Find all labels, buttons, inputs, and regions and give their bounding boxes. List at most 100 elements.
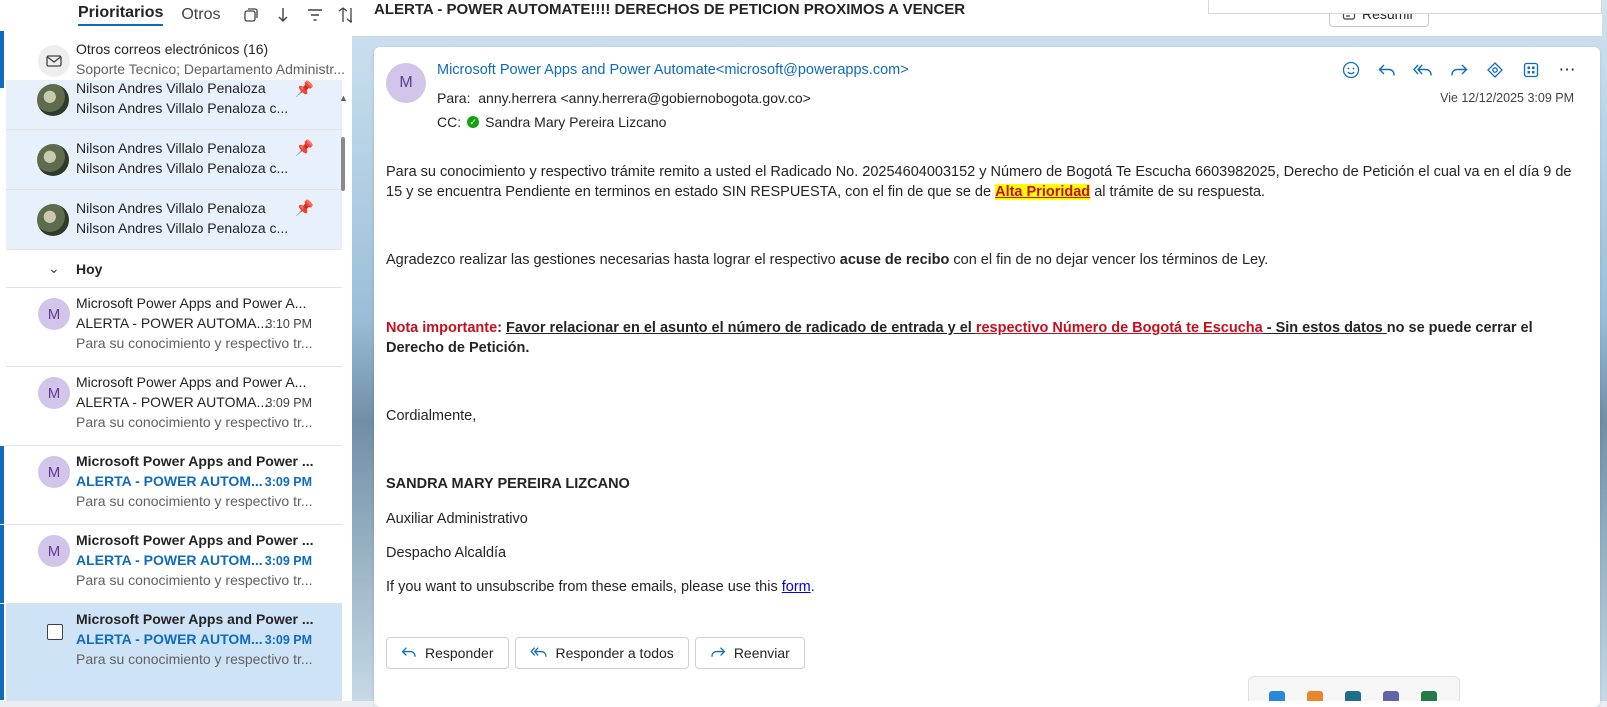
avatar: M (38, 377, 70, 409)
message-date: Vie 12/12/2025 3:09 PM (1440, 91, 1574, 105)
search-suggestion-panel (1208, 0, 1602, 14)
copilot-app-icon[interactable] (1269, 691, 1285, 701)
note-label: Nota importante (386, 320, 498, 336)
signature-office: Despacho Alcaldía (386, 545, 507, 561)
scroll-up-arrow[interactable]: ▲ (339, 93, 348, 103)
closing: Cordialmente, (386, 408, 477, 424)
list-item[interactable]: M Microsoft Power Apps and Power ... ALE… (0, 525, 342, 604)
sender-name: Nilson Andres Villalo Penaloza (76, 200, 266, 216)
list-item[interactable]: Nilson Andres Villalo Penaloza 📌 Nilson … (6, 130, 342, 190)
cc-line: CC: ✓ Sandra Mary Pereira Lizcano (437, 114, 666, 130)
sender-name: Microsoft Power Apps and Power ... (76, 453, 314, 469)
unsubscribe-text: If you want to unsubscribe from these em… (386, 579, 782, 595)
subject: ALERTA - POWER AUTOM... (76, 552, 263, 568)
cc-label: CC: (437, 114, 462, 130)
app-launcher-strip (1248, 676, 1460, 701)
filter-icon[interactable] (306, 6, 324, 24)
body-text: Agradezco realizar las gestiones necesar… (386, 252, 840, 268)
planner-app-icon[interactable] (1421, 691, 1437, 701)
pin-icon[interactable]: 📌 (295, 139, 314, 157)
unsubscribe-line: If you want to unsubscribe from these em… (386, 577, 1586, 597)
loop-component-icon[interactable] (1484, 59, 1506, 81)
list-item[interactable]: M Microsoft Power Apps and Power ... ALE… (0, 446, 342, 525)
reply-all-label: Responder a todos (555, 645, 674, 661)
cc-recipient[interactable]: Sandra Mary Pereira Lizcano (485, 114, 666, 130)
timestamp: 3:09 PM (264, 475, 312, 489)
jump-to-icon[interactable] (274, 6, 292, 24)
avatar (37, 204, 69, 236)
forward-icon (710, 643, 726, 663)
important-note: Nota importante: Favor relacionar en el … (386, 318, 1586, 358)
priority-highlight: Alta Prioridad (995, 184, 1091, 200)
reply-all-button[interactable]: Responder a todos (514, 637, 689, 669)
reply-icon (401, 643, 417, 663)
subject: ALERTA - POWER AUTOMA... (76, 315, 269, 331)
mail-icon (38, 45, 70, 77)
message-card: M Microsoft Power Apps and Power Automat… (374, 47, 1600, 707)
forward-label: Reenviar (733, 645, 790, 661)
tab-other[interactable]: Otros (181, 6, 220, 24)
other-mail-senders: Soporte Tecnico; Departamento Administr.… (76, 61, 345, 77)
tab-focused[interactable]: Prioritarios (78, 4, 164, 26)
subject: Nilson Andres Villalo Penaloza c... (76, 100, 289, 116)
teams-app-icon[interactable] (1383, 691, 1399, 701)
list-item[interactable]: Nilson Andres Villalo Penaloza 📌 Nilson … (6, 190, 342, 250)
body-text: al trámite de su respuesta. (1090, 184, 1266, 200)
to-label: Para: (437, 90, 471, 106)
group-header-today[interactable]: ⌄ Hoy (6, 250, 342, 288)
body-text: con el fin de no dejar vencer los términ… (949, 252, 1269, 268)
signature-role: Auxiliar Administrativo (386, 511, 528, 527)
list-item-selected[interactable]: Microsoft Power Apps and Power ... ALERT… (0, 604, 342, 701)
forward-button[interactable]: Reenviar (694, 637, 805, 669)
note-text: - Sin estos datos (1262, 320, 1387, 336)
subject: ALERTA - POWER AUTOM... (76, 473, 263, 489)
forms-app-icon[interactable] (1307, 691, 1323, 701)
subject: Nilson Andres Villalo Penaloza c... (76, 220, 289, 236)
timestamp: 3:09 PM (264, 554, 312, 568)
note-colon: : (497, 320, 507, 336)
other-mail-title: Otros correos electrónicos (16) (76, 41, 269, 57)
timestamp: 3:10 PM (265, 317, 312, 331)
more-options-icon[interactable]: ⋯ (1556, 59, 1578, 81)
timestamp: 3:09 PM (265, 396, 312, 410)
preview: Para su conocimiento y respectivo tr... (76, 572, 313, 588)
body-paragraph-2: Agradezco realizar las gestiones necesar… (386, 250, 1586, 270)
message-list-pane: Prioritarios Otros Otros correos electró… (0, 0, 361, 701)
preview: Para su conocimiento y respectivo tr... (76, 335, 313, 351)
forward-icon[interactable] (1448, 59, 1470, 81)
acknowledgement-text: acuse de recibo (839, 252, 950, 268)
reply-all-icon[interactable] (1412, 59, 1434, 81)
preview: Para su conocimiento y respectivo tr... (76, 414, 313, 430)
list-item[interactable]: M Microsoft Power Apps and Power A... AL… (6, 367, 342, 446)
select-checkbox[interactable] (47, 624, 63, 640)
sender-name: Microsoft Power Apps and Power A... (76, 295, 307, 311)
list-scrollbar-thumb[interactable] (341, 137, 345, 191)
message-actions: ⋯ (1340, 59, 1578, 81)
sender-name: Microsoft Power Apps and Power A... (76, 374, 307, 390)
reply-icon[interactable] (1376, 59, 1398, 81)
select-mode-icon[interactable] (242, 6, 260, 24)
to-recipient[interactable]: anny.herrera <anny.herrera@gobiernobogot… (478, 90, 811, 106)
group-header-label: Hoy (76, 261, 103, 277)
list-toolbar (242, 6, 356, 24)
unsubscribe-form-link[interactable]: form (782, 579, 811, 595)
list-item[interactable]: Nilson Andres Villalo Penaloza 📌 Nilson … (6, 80, 342, 130)
list-item[interactable]: M Microsoft Power Apps and Power A... AL… (6, 288, 342, 367)
avatar: M (38, 298, 70, 330)
pin-icon[interactable]: 📌 (295, 80, 314, 98)
pin-icon[interactable]: 📌 (295, 199, 314, 217)
reply-actions-bar: Responder Responder a todos Reenviar (386, 637, 805, 669)
reply-all-icon (529, 643, 548, 663)
avatar (37, 144, 69, 176)
onedrive-app-icon[interactable] (1345, 691, 1361, 701)
chevron-down-icon[interactable]: ⌄ (48, 260, 60, 277)
reply-button[interactable]: Responder (386, 637, 509, 669)
email-subject: ALERTA - POWER AUTOMATE!!!! DERECHOS DE … (374, 1, 966, 18)
sender-link[interactable]: Microsoft Power Apps and Power Automate<… (437, 62, 909, 78)
message-body: Para su conocimiento y respectivo trámit… (386, 162, 1586, 597)
subject: ALERTA - POWER AUTOM... (76, 631, 263, 647)
sender-avatar: M (386, 63, 426, 103)
apps-grid-icon[interactable] (1520, 59, 1542, 81)
timestamp: 3:09 PM (264, 633, 312, 647)
emoji-reaction-icon[interactable] (1340, 59, 1362, 81)
